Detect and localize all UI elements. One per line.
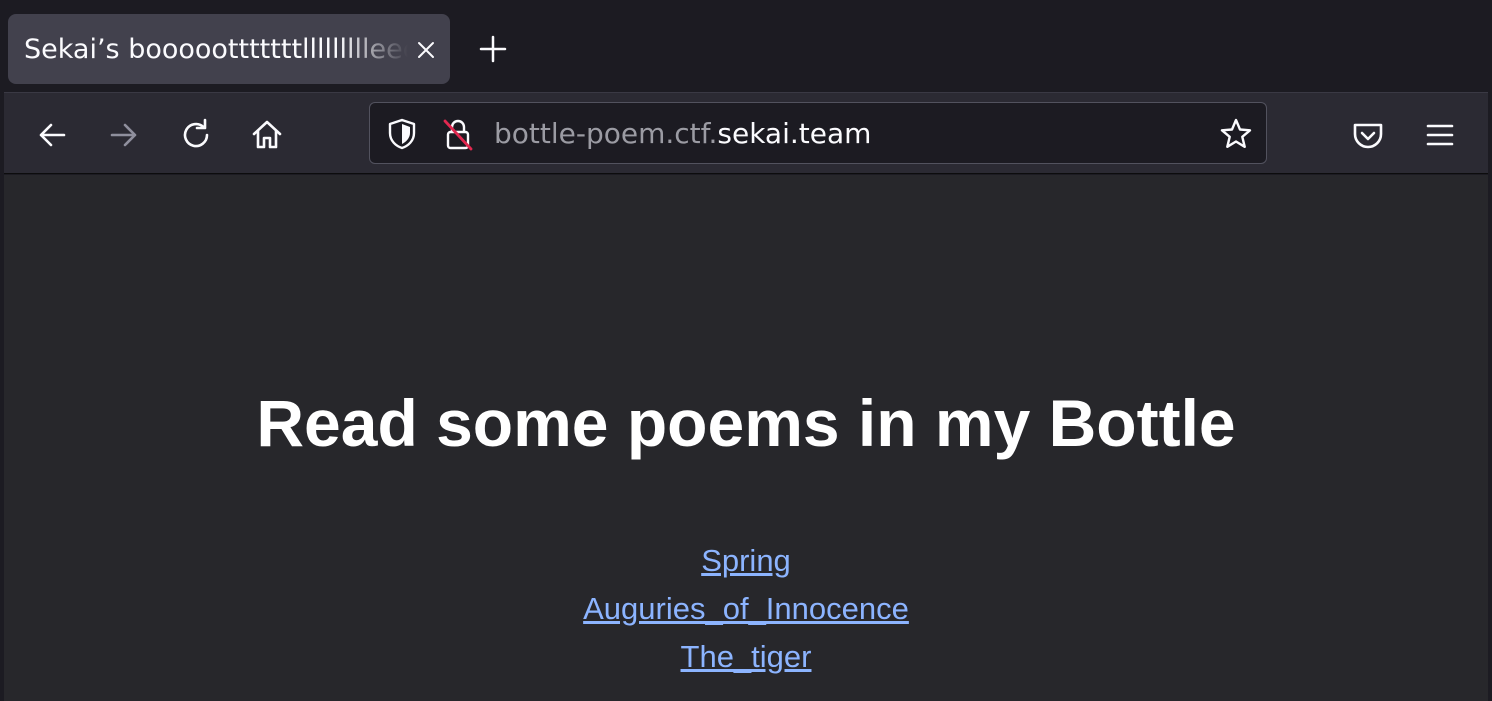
insecure-lock-icon[interactable] [440,116,476,152]
tab-strip: Sekai’s boooootttttttllllllllleeeeee [0,0,1492,92]
poem-link-spring[interactable]: Spring [701,537,791,585]
reload-icon[interactable] [176,115,216,155]
close-icon[interactable] [412,36,440,64]
star-icon[interactable] [1218,116,1254,152]
tab-active[interactable]: Sekai’s boooootttttttllllllllleeeeee [8,14,450,84]
poem-link-the-tiger[interactable]: The_tiger [681,633,812,681]
url-prefix: bottle-poem.ctf. [494,117,718,150]
url-host: sekai.team [717,117,872,150]
shield-icon[interactable] [384,116,420,152]
url-text[interactable]: bottle-poem.ctf.sekai.team [494,117,871,151]
page-title: Read some poems in my Bottle [256,386,1236,460]
url-bar[interactable]: bottle-poem.ctf.sekai.team [369,102,1267,164]
tab-title: Sekai’s boooootttttttllllllllleeeeee [24,34,408,65]
plus-icon[interactable] [476,32,510,66]
home-icon[interactable] [247,115,287,155]
poem-link-auguries-of-innocence[interactable]: Auguries_of_Innocence [583,585,909,633]
hamburger-menu-icon[interactable] [1420,115,1460,155]
poem-link-list: Spring Auguries_of_Innocence The_tiger [4,537,1488,681]
navigation-toolbar: bottle-poem.ctf.sekai.team [4,92,1488,174]
page-content: Read some poems in my Bottle Spring Augu… [4,175,1488,701]
forward-arrow-icon[interactable] [104,115,144,155]
back-arrow-icon[interactable] [32,115,72,155]
pocket-icon[interactable] [1348,115,1388,155]
